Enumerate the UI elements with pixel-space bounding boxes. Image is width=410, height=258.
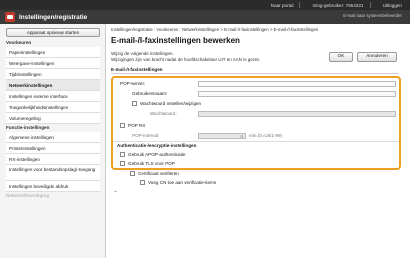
divider xyxy=(113,141,399,142)
pop-rx-label: POP RX xyxy=(128,123,146,128)
cancel-button[interactable]: Annuleren xyxy=(357,52,397,62)
ok-button[interactable]: OK xyxy=(329,52,353,62)
breadcrumb: Instellingen/registratie : Voorkeuren : … xyxy=(111,27,319,32)
tls-pop-checkbox[interactable] xyxy=(120,161,125,166)
login-user-label: Inlog-gebruiker: 7654321 xyxy=(312,2,364,8)
sidebar-item-accessibility[interactable]: Toegankelijkheidsinstellingen xyxy=(6,102,100,113)
sidebar-item-paper[interactable]: Papierinstellingen xyxy=(6,47,100,58)
tls-pop-label: Gebruik TLS voor POP xyxy=(128,161,175,166)
verify-certificate-checkbox[interactable] xyxy=(130,171,135,176)
divider xyxy=(299,2,301,8)
section-preferences: Voorkeuren xyxy=(6,40,32,45)
auth-heading: Authenticatie-/encryptie-instellingen xyxy=(117,143,197,148)
add-cn-checkbox[interactable] xyxy=(140,180,145,185)
username-input[interactable] xyxy=(198,91,396,97)
sidebar-item-secure-print[interactable]: Instellingen beveiligde afdruk xyxy=(6,181,100,192)
pop-interval-input[interactable]: 0 xyxy=(198,133,246,139)
logout-link[interactable]: Uitloggen xyxy=(383,3,402,8)
set-password-checkbox[interactable] xyxy=(132,101,137,106)
section-heading: E-mail-/I-faxinstellingen xyxy=(111,66,399,74)
pop-interval-unit: min.(0=Uit/1-99) xyxy=(249,133,283,138)
sidebar-item-rx[interactable]: RX-instellingen xyxy=(6,154,100,165)
chevron-up-icon[interactable]: ⌃ xyxy=(113,190,118,197)
sidebar-item-network[interactable]: Netwerkinstellingen xyxy=(6,80,100,91)
sidebar-item-file-storage[interactable]: Instellingen voor bestandsopslag/-toegan… xyxy=(6,165,100,181)
portal-link[interactable]: Naar portal xyxy=(271,3,294,8)
password-label: Wachtwoord: xyxy=(150,111,177,116)
apop-label: Gebruik APOP-authenticatie xyxy=(128,152,186,157)
settings-logo-icon xyxy=(5,12,15,22)
sidebar-item-printer[interactable]: Printerinstellingen xyxy=(6,143,100,154)
add-cn-label: Voeg CN toe aan verificatie-items xyxy=(148,180,217,185)
page-title: E-mail-/I-faxinstellingen bewerken xyxy=(111,36,240,45)
info-line: Wijzigingen zijn van kracht nadat de hoo… xyxy=(111,57,260,62)
set-password-label: Wachtwoord instellen/wijzigen xyxy=(140,101,202,106)
pop-interval-label: POP-interval: xyxy=(132,133,160,138)
apop-checkbox[interactable] xyxy=(120,152,125,157)
sidebar-item-general[interactable]: Algemene instellingen xyxy=(6,132,100,143)
sidebar-item-timer[interactable]: Tijdsinstellingen xyxy=(6,69,100,80)
sidebar: Apparaat opnieuw starten Voorkeuren Papi… xyxy=(0,24,106,258)
app-title: Instellingen/registratie xyxy=(19,13,88,21)
section-functions: Functie-instellingen xyxy=(6,125,50,130)
header: Instellingen/registratie E-mail naar sys… xyxy=(0,10,410,24)
restart-device-button[interactable]: Apparaat opnieuw starten xyxy=(6,28,100,37)
password-input[interactable] xyxy=(198,111,396,117)
sidebar-item-external-interface[interactable]: Instellingen externe interface xyxy=(6,91,100,102)
username-label: Gebruikersnaam: xyxy=(132,91,168,96)
pop-server-input[interactable] xyxy=(198,81,396,87)
sidebar-item-volume[interactable]: Volumeregeling xyxy=(6,113,100,124)
email-admin-link[interactable]: E-mail naar systeembeheerder xyxy=(343,13,402,18)
info-text: Wijzig de volgende instellingen. Wijzigi… xyxy=(111,51,260,63)
pop-rx-checkbox[interactable] xyxy=(120,123,125,128)
divider xyxy=(369,2,371,8)
top-bar: Naar portal Inlog-gebruiker: 7654321 Uit… xyxy=(0,0,410,10)
section-network-security: Netwerk/beveiliging xyxy=(6,193,50,198)
verify-certificate-label: Certificaat verifiëren xyxy=(138,171,179,176)
pop-server-label: POP-server: xyxy=(120,81,146,86)
sidebar-item-display[interactable]: Weergave-instellingen xyxy=(6,58,100,69)
main-panel: Instellingen/registratie : Voorkeuren : … xyxy=(107,24,410,258)
